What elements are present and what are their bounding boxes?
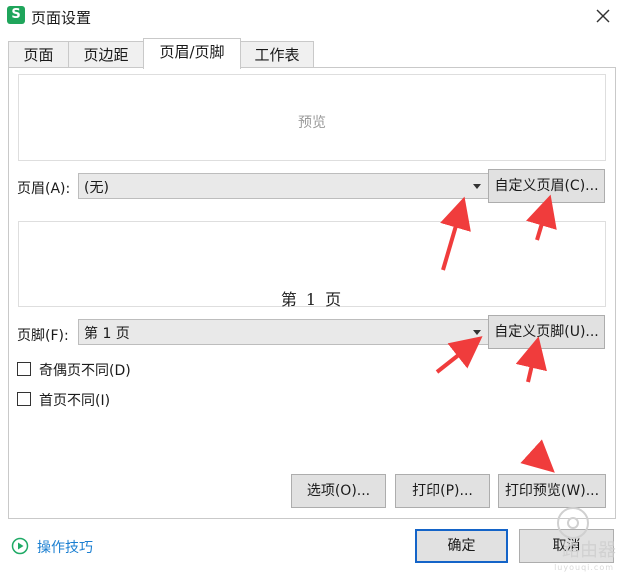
annotation-arrows xyxy=(435,194,557,473)
watermark-subtext: luyouqi.com xyxy=(554,563,614,572)
annotation-arrow xyxy=(435,194,557,473)
watermark-text: 路由器 xyxy=(562,540,616,561)
tab-header-footer[interactable]: 页眉/页脚 xyxy=(143,38,241,69)
router-logo-icon xyxy=(557,507,589,539)
